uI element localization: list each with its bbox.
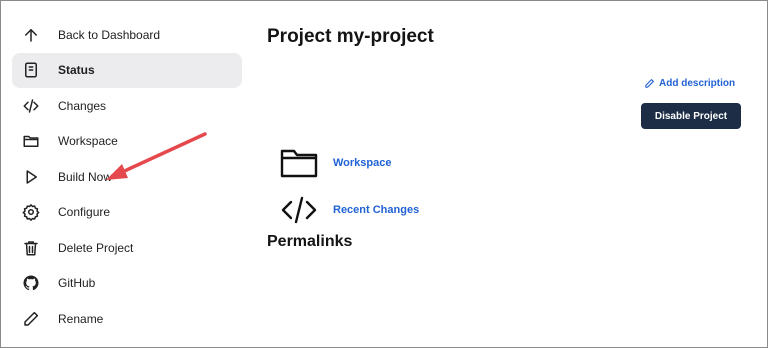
pencil-icon [22, 310, 40, 328]
sidebar: Back to Dashboard Status Changes Workspa… [12, 17, 242, 337]
sidebar-item-label: Delete Project [58, 240, 134, 255]
sidebar-item-label: Rename [58, 311, 104, 326]
permalinks-heading: Permalinks [267, 233, 353, 250]
sidebar-item-changes[interactable]: Changes [12, 88, 242, 124]
sidebar-item-label: Status [58, 63, 95, 78]
sidebar-item-label: Configure [58, 205, 111, 220]
arrow-up-icon [22, 26, 40, 44]
workspace-link-row: Workspace [279, 147, 392, 179]
sidebar-item-status[interactable]: Status [12, 52, 242, 88]
workspace-link[interactable]: Workspace [333, 157, 392, 169]
recent-changes-link-row: Recent Changes [279, 194, 419, 226]
code-icon [279, 194, 319, 226]
sidebar-item-label: Changes [58, 98, 107, 113]
folder-icon [279, 147, 319, 179]
page-title: Project my-project [267, 26, 434, 47]
sidebar-item-label: Workspace [58, 134, 118, 149]
sidebar-item-rename[interactable]: Rename [12, 301, 242, 337]
code-icon [22, 97, 40, 115]
folder-icon [22, 132, 40, 150]
github-icon [22, 274, 40, 292]
document-icon [22, 61, 40, 79]
sidebar-item-label: GitHub [58, 276, 96, 291]
gear-icon [22, 203, 40, 222]
add-description-label: Add description [659, 78, 736, 89]
sidebar-item-build-now[interactable]: Build Now [12, 159, 242, 195]
pencil-icon [644, 78, 659, 89]
sidebar-item-back-to-dashboard[interactable]: Back to Dashboard [12, 17, 242, 53]
sidebar-item-label: Back to Dashboard [58, 27, 161, 42]
disable-project-button[interactable]: Disable Project [641, 103, 741, 129]
sidebar-item-github[interactable]: GitHub [12, 266, 242, 302]
add-description-link[interactable]: Add description [644, 78, 735, 89]
sidebar-item-configure[interactable]: Configure [12, 195, 242, 231]
trash-icon [22, 239, 40, 257]
recent-changes-link[interactable]: Recent Changes [333, 204, 419, 216]
sidebar-item-label: Build Now [58, 169, 113, 184]
play-icon [22, 168, 40, 186]
sidebar-item-workspace[interactable]: Workspace [12, 124, 242, 160]
sidebar-item-delete-project[interactable]: Delete Project [12, 230, 242, 266]
main-content: Project my-project Add description Disab… [267, 0, 747, 348]
